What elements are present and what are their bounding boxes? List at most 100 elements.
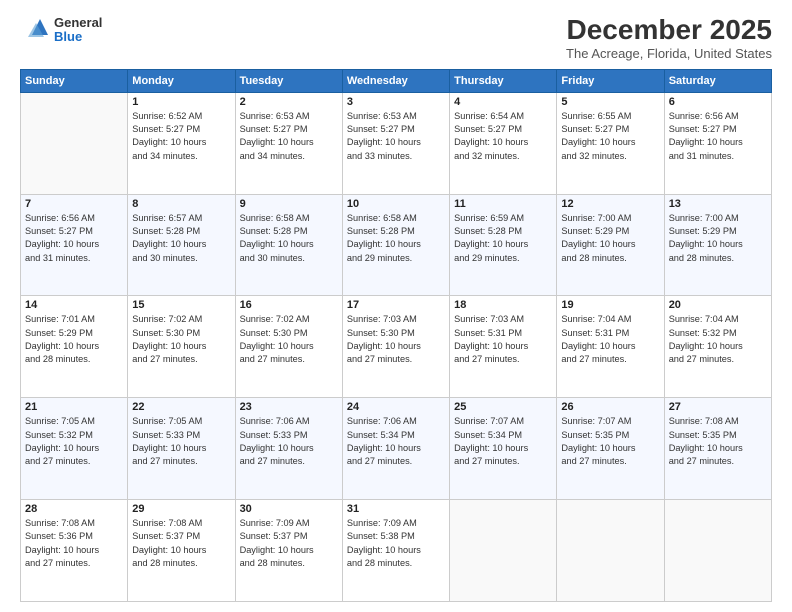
day-info: Sunrise: 7:06 AMSunset: 5:33 PMDaylight:…	[240, 415, 338, 468]
calendar-cell: 11 Sunrise: 6:59 AMSunset: 5:28 PMDayligh…	[450, 194, 557, 296]
day-info: Sunrise: 7:06 AMSunset: 5:34 PMDaylight:…	[347, 415, 445, 468]
day-number: 23	[240, 401, 338, 413]
day-info: Sunrise: 7:02 AMSunset: 5:30 PMDaylight:…	[132, 313, 230, 366]
day-info: Sunrise: 7:04 AMSunset: 5:32 PMDaylight:…	[669, 313, 767, 366]
calendar-cell: 27 Sunrise: 7:08 AMSunset: 5:35 PMDayligh…	[664, 398, 771, 500]
calendar-cell: 9Sunrise: 6:58 AMSunset: 5:28 PMDaylight…	[235, 194, 342, 296]
day-info: Sunrise: 6:53 AMSunset: 5:27 PMDaylight:…	[347, 110, 445, 163]
day-info: Sunrise: 7:09 AMSunset: 5:38 PMDaylight:…	[347, 517, 445, 570]
day-number: 9	[240, 198, 338, 210]
logo-icon	[20, 15, 50, 45]
day-number: 29	[132, 503, 230, 515]
calendar-cell	[664, 500, 771, 602]
calendar-cell: 26 Sunrise: 7:07 AMSunset: 5:35 PMDayligh…	[557, 398, 664, 500]
day-info: Sunrise: 6:54 AMSunset: 5:27 PMDaylight:…	[454, 110, 552, 163]
calendar-cell: 6 Sunrise: 6:56 AMSunset: 5:27 PMDaylight…	[664, 92, 771, 194]
day-number: 22	[132, 401, 230, 413]
day-number: 13	[669, 198, 767, 210]
day-number: 18	[454, 299, 552, 311]
calendar-cell: 8Sunrise: 6:57 AMSunset: 5:28 PMDaylight…	[128, 194, 235, 296]
day-number: 28	[25, 503, 123, 515]
day-number: 17	[347, 299, 445, 311]
week-row-4: 21 Sunrise: 7:05 AMSunset: 5:32 PMDayligh…	[21, 398, 772, 500]
day-number: 3	[347, 96, 445, 108]
day-info: Sunrise: 7:08 AMSunset: 5:35 PMDaylight:…	[669, 415, 767, 468]
calendar-cell: 20 Sunrise: 7:04 AMSunset: 5:32 PMDayligh…	[664, 296, 771, 398]
calendar-cell: 29 Sunrise: 7:08 AMSunset: 5:37 PMDayligh…	[128, 500, 235, 602]
calendar-header-wednesday: Wednesday	[342, 69, 449, 92]
calendar-cell: 13 Sunrise: 7:00 AMSunset: 5:29 PMDayligh…	[664, 194, 771, 296]
calendar-header-tuesday: Tuesday	[235, 69, 342, 92]
day-number: 21	[25, 401, 123, 413]
week-row-5: 28Sunrise: 7:08 AMSunset: 5:36 PMDayligh…	[21, 500, 772, 602]
day-info: Sunrise: 7:03 AMSunset: 5:30 PMDaylight:…	[347, 313, 445, 366]
calendar-cell: 17 Sunrise: 7:03 AMSunset: 5:30 PMDayligh…	[342, 296, 449, 398]
calendar-cell: 30Sunrise: 7:09 AMSunset: 5:37 PMDayligh…	[235, 500, 342, 602]
logo-general-text: General	[54, 16, 102, 30]
calendar-header-friday: Friday	[557, 69, 664, 92]
calendar-cell: 25Sunrise: 7:07 AMSunset: 5:34 PMDayligh…	[450, 398, 557, 500]
day-info: Sunrise: 7:09 AMSunset: 5:37 PMDaylight:…	[240, 517, 338, 570]
calendar-cell: 1Sunrise: 6:52 AMSunset: 5:27 PMDaylight…	[128, 92, 235, 194]
day-info: Sunrise: 7:05 AMSunset: 5:32 PMDaylight:…	[25, 415, 123, 468]
calendar-cell: 3 Sunrise: 6:53 AMSunset: 5:27 PMDaylight…	[342, 92, 449, 194]
calendar-cell: 22 Sunrise: 7:05 AMSunset: 5:33 PMDayligh…	[128, 398, 235, 500]
calendar-cell: 19Sunrise: 7:04 AMSunset: 5:31 PMDayligh…	[557, 296, 664, 398]
calendar-header-thursday: Thursday	[450, 69, 557, 92]
calendar-cell	[557, 500, 664, 602]
calendar-cell: 4 Sunrise: 6:54 AMSunset: 5:27 PMDaylight…	[450, 92, 557, 194]
day-info: Sunrise: 7:08 AMSunset: 5:37 PMDaylight:…	[132, 517, 230, 570]
calendar-cell: 7 Sunrise: 6:56 AMSunset: 5:27 PMDaylight…	[21, 194, 128, 296]
day-number: 24	[347, 401, 445, 413]
logo-blue-text: Blue	[54, 30, 102, 44]
week-row-3: 14Sunrise: 7:01 AMSunset: 5:29 PMDayligh…	[21, 296, 772, 398]
day-info: Sunrise: 7:00 AMSunset: 5:29 PMDaylight:…	[669, 212, 767, 265]
week-row-1: 1Sunrise: 6:52 AMSunset: 5:27 PMDaylight…	[21, 92, 772, 194]
day-info: Sunrise: 7:00 AMSunset: 5:29 PMDaylight:…	[561, 212, 659, 265]
day-number: 14	[25, 299, 123, 311]
day-number: 31	[347, 503, 445, 515]
day-info: Sunrise: 6:57 AMSunset: 5:28 PMDaylight:…	[132, 212, 230, 265]
calendar-header-monday: Monday	[128, 69, 235, 92]
title-block: December 2025 The Acreage, Florida, Unit…	[566, 15, 772, 61]
day-number: 26	[561, 401, 659, 413]
day-number: 2	[240, 96, 338, 108]
calendar-cell: 5Sunrise: 6:55 AMSunset: 5:27 PMDaylight…	[557, 92, 664, 194]
day-number: 4	[454, 96, 552, 108]
calendar-cell: 24 Sunrise: 7:06 AMSunset: 5:34 PMDayligh…	[342, 398, 449, 500]
logo: General Blue	[20, 15, 102, 45]
header: General Blue December 2025 The Acreage, …	[20, 15, 772, 61]
week-row-2: 7 Sunrise: 6:56 AMSunset: 5:27 PMDaylight…	[21, 194, 772, 296]
day-info: Sunrise: 6:55 AMSunset: 5:27 PMDaylight:…	[561, 110, 659, 163]
day-number: 11	[454, 198, 552, 210]
logo-text: General Blue	[54, 16, 102, 45]
day-info: Sunrise: 7:02 AMSunset: 5:30 PMDaylight:…	[240, 313, 338, 366]
calendar-table: SundayMondayTuesdayWednesdayThursdayFrid…	[20, 69, 772, 602]
day-info: Sunrise: 6:56 AMSunset: 5:27 PMDaylight:…	[25, 212, 123, 265]
day-number: 16	[240, 299, 338, 311]
calendar-cell	[450, 500, 557, 602]
main-title: December 2025	[566, 15, 772, 46]
page: General Blue December 2025 The Acreage, …	[0, 0, 792, 612]
calendar-header-sunday: Sunday	[21, 69, 128, 92]
day-number: 7	[25, 198, 123, 210]
calendar-cell: 10 Sunrise: 6:58 AMSunset: 5:28 PMDayligh…	[342, 194, 449, 296]
day-number: 1	[132, 96, 230, 108]
day-info: Sunrise: 7:03 AMSunset: 5:31 PMDaylight:…	[454, 313, 552, 366]
day-info: Sunrise: 6:59 AMSunset: 5:28 PMDaylight:…	[454, 212, 552, 265]
calendar-cell: 14Sunrise: 7:01 AMSunset: 5:29 PMDayligh…	[21, 296, 128, 398]
day-number: 10	[347, 198, 445, 210]
day-number: 20	[669, 299, 767, 311]
calendar-cell: 12Sunrise: 7:00 AMSunset: 5:29 PMDayligh…	[557, 194, 664, 296]
calendar-cell: 28Sunrise: 7:08 AMSunset: 5:36 PMDayligh…	[21, 500, 128, 602]
day-info: Sunrise: 7:07 AMSunset: 5:35 PMDaylight:…	[561, 415, 659, 468]
day-number: 25	[454, 401, 552, 413]
day-number: 6	[669, 96, 767, 108]
day-info: Sunrise: 6:56 AMSunset: 5:27 PMDaylight:…	[669, 110, 767, 163]
day-info: Sunrise: 6:58 AMSunset: 5:28 PMDaylight:…	[347, 212, 445, 265]
day-info: Sunrise: 7:05 AMSunset: 5:33 PMDaylight:…	[132, 415, 230, 468]
calendar-cell: 31 Sunrise: 7:09 AMSunset: 5:38 PMDayligh…	[342, 500, 449, 602]
day-number: 19	[561, 299, 659, 311]
calendar-cell: 21 Sunrise: 7:05 AMSunset: 5:32 PMDayligh…	[21, 398, 128, 500]
day-number: 27	[669, 401, 767, 413]
